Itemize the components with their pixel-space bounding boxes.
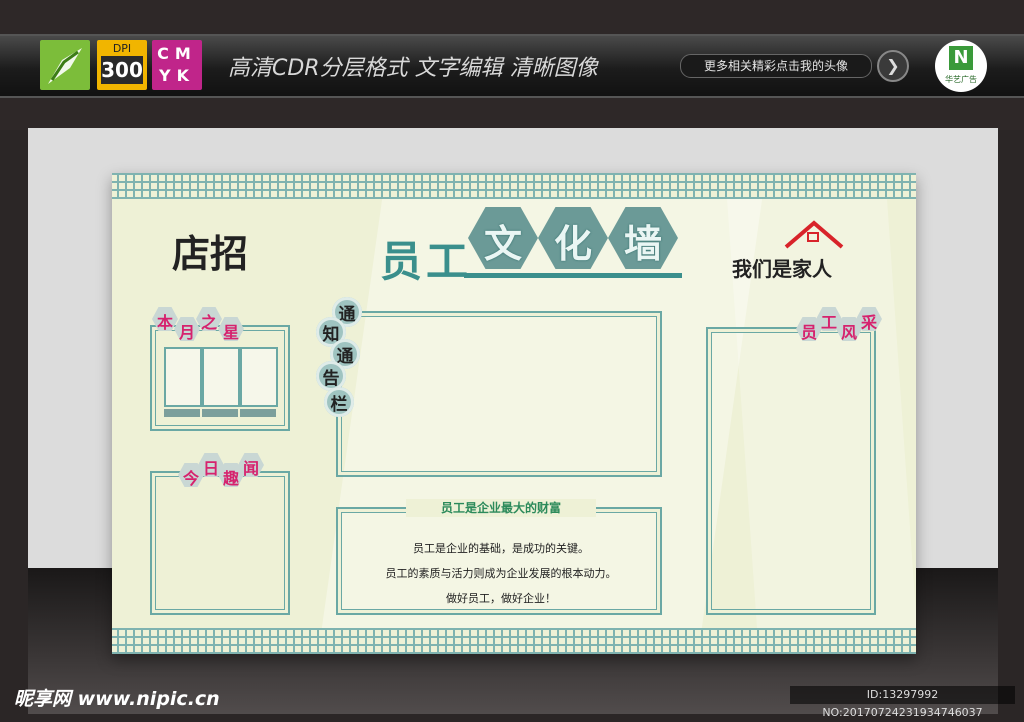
paragraph-line: 做好员工，做好企业！ [446,592,556,605]
title-prefix: 员工 [380,237,473,286]
fret-border-top [112,173,916,199]
name-bar [164,409,200,417]
shop-sign-text: 店招 [172,231,249,276]
image-id-watermark: ID:13297992 NO:20170724231934746037 [790,686,1015,719]
format-tagline: 高清CDR分层格式 文字编辑 清晰图像 [228,56,598,81]
site-watermark: 昵享网 www.nipic.cn [14,688,220,710]
more-designs-button[interactable]: 更多相关精彩点击我的头像 [680,54,872,78]
cmyk-line1: CM [157,44,197,63]
cmyk-line2: YK [159,66,195,85]
photo-slot [202,347,240,407]
dpi-value: 300 [101,56,143,84]
brand-logo[interactable]: N 华艺广告 [935,40,987,92]
notice-board-frame [336,311,662,477]
coreldraw-icon [40,40,90,90]
name-bar [240,409,276,417]
photo-slot [164,347,202,407]
photo-slot [240,347,278,407]
dpi-badge: DPI 300 [97,40,147,90]
paragraph-line: 员工的素质与活力则成为企业发展的根本动力。 [385,567,617,580]
label-char: 告 [322,369,340,389]
banner-stripe [0,96,1024,98]
staff-style-frame [706,327,876,615]
brand-name: 华艺广告 [945,75,977,84]
brand-letter: N [949,46,973,70]
label-char: 栏 [330,395,348,415]
cmyk-badge: CM YK [152,40,202,90]
fret-border-bottom [112,628,916,654]
wealth-heading: 员工是企业最大的财富 [406,499,596,517]
culture-board: 店招 员工 文 化 墙 我们是家人 本 月 之 星 今 日 趣 闻 通 知 通 … [112,173,916,654]
name-bar [202,409,238,417]
arrow-right-icon[interactable]: ❯ [877,50,909,82]
house-roof-icon [784,220,844,249]
today-fun-frame [150,471,290,615]
we-are-family-text: 我们是家人 [732,257,832,281]
label-circle: 栏 [324,387,354,417]
paragraph-line: 员工是企业的基础，是成功的关键。 [413,542,589,555]
title-underline [464,273,682,278]
dpi-label: DPI [112,42,132,55]
